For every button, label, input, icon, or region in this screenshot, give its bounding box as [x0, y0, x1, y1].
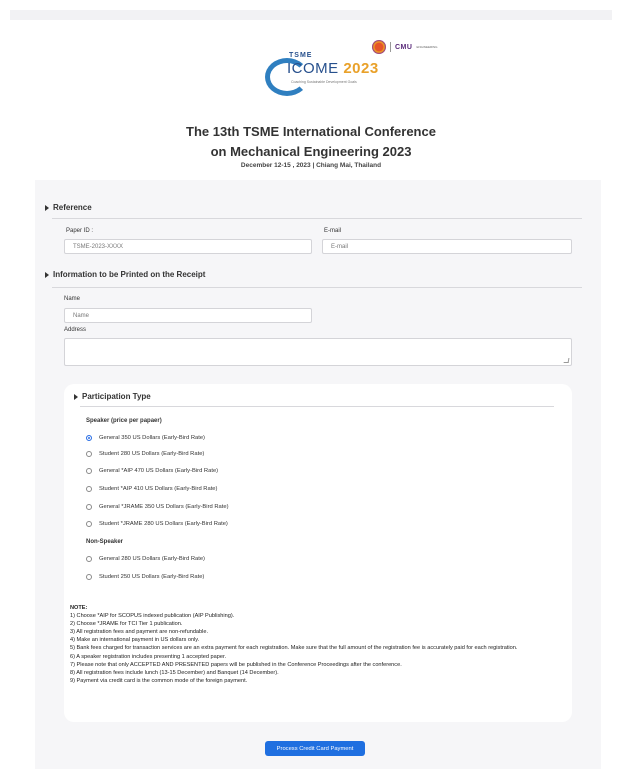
option-nonspeaker-general[interactable]: General 280 US Dollars (Early-Bird Rate): [86, 556, 205, 562]
email-input[interactable]: E-mail: [322, 239, 572, 254]
radio-button[interactable]: [86, 504, 92, 510]
logo-icome-text: ICOME: [287, 60, 339, 77]
note-item: 5) Bank fees charged for transaction ser…: [70, 645, 518, 652]
participation-divider: [80, 406, 554, 407]
paper-id-input[interactable]: TSME-2023-XXXX: [64, 239, 312, 254]
radio-button[interactable]: [86, 435, 92, 441]
conference-logo: TSME ICOME 2023 Coaching Sustainable Dev…: [263, 52, 383, 98]
radio-button[interactable]: [86, 468, 92, 474]
receipt-heading-label: Information to be Printed on the Receipt: [53, 270, 206, 279]
top-bar: [10, 10, 612, 20]
notes-block: NOTE: 1) Choose *AIP for SCOPUS indexed …: [70, 604, 565, 685]
caret-right-icon: [74, 393, 78, 400]
conference-date: December 12-15 , 2023 | Chiang Mai, Thai…: [240, 162, 382, 169]
option-label: General 280 US Dollars (Early-Bird Rate): [99, 556, 205, 562]
logo-divider: [390, 42, 391, 52]
logo-tagline: Coaching Sustainable Development Goals: [291, 80, 357, 84]
option-label: Student 250 US Dollars (Early-Bird Rate): [99, 574, 205, 580]
option-label: General 350 US Dollars (Early-Bird Rate): [99, 435, 205, 441]
note-item: 2) Choose *JRAME for TCI Tier 1 publicat…: [70, 621, 183, 628]
option-label: General *JRAME 350 US Dollars (Early-Bir…: [99, 504, 229, 510]
logo-tsme: TSME: [289, 52, 313, 59]
option-speaker-general-jrame[interactable]: General *JRAME 350 US Dollars (Early-Bir…: [86, 504, 229, 510]
caret-right-icon: [45, 204, 49, 211]
participation-heading-label: Participation Type: [82, 392, 151, 401]
option-label: General *AIP 470 US Dollars (Early-Bird …: [99, 468, 219, 474]
process-payment-button[interactable]: Process Credit Card Payment: [265, 741, 365, 756]
caret-right-icon: [45, 271, 49, 278]
reference-heading-label: Reference: [53, 203, 92, 212]
speaker-group-heading: Speaker (price per papaer): [86, 418, 162, 424]
name-input[interactable]: Name: [64, 308, 312, 323]
receipt-heading[interactable]: Information to be Printed on the Receipt: [45, 270, 205, 279]
page-title-line1: The 13th TSME International Conference: [186, 124, 436, 139]
cmu-logo-text: CMU: [395, 43, 413, 51]
note-item: 6) A speaker registration includes prese…: [70, 653, 227, 660]
address-label: Address: [64, 327, 87, 333]
email-label: E-mail: [324, 228, 342, 234]
radio-button[interactable]: [86, 521, 92, 527]
option-label: Student 280 US Dollars (Early-Bird Rate): [99, 451, 205, 457]
reference-divider: [52, 218, 582, 219]
notes-heading: NOTE:: [70, 605, 88, 611]
paper-id-label: Paper ID :: [66, 228, 94, 234]
option-speaker-general[interactable]: General 350 US Dollars (Early-Bird Rate): [86, 435, 205, 441]
radio-button[interactable]: [86, 451, 92, 457]
note-item: 9) Payment via credit card is the common…: [70, 677, 248, 684]
name-label: Name: [64, 296, 81, 302]
option-label: Student *JRAME 280 US Dollars (Early-Bir…: [99, 521, 228, 527]
receipt-divider: [52, 287, 582, 288]
radio-button[interactable]: [86, 574, 92, 580]
option-speaker-student-jrame[interactable]: Student *JRAME 280 US Dollars (Early-Bir…: [86, 521, 228, 527]
address-textarea[interactable]: [64, 338, 572, 366]
page-title-line2: on Mechanical Engineering 2023: [210, 144, 412, 159]
option-nonspeaker-student[interactable]: Student 250 US Dollars (Early-Bird Rate): [86, 574, 204, 580]
cmu-logo-subtext: ENGINEERING: [416, 44, 438, 49]
nonspeaker-group-heading: Non-Speaker: [86, 539, 124, 545]
note-item: 1) Choose *AIP for SCOPUS indexed public…: [70, 613, 235, 620]
radio-button[interactable]: [86, 556, 92, 562]
reference-heading[interactable]: Reference: [45, 203, 92, 212]
resize-handle-icon[interactable]: [563, 358, 570, 363]
note-item: 8) All registration fees include lunch (…: [70, 669, 279, 676]
radio-button[interactable]: [86, 486, 92, 492]
option-speaker-student-aip[interactable]: Student *AIP 410 US Dollars (Early-Bird …: [86, 486, 217, 492]
option-speaker-general-aip[interactable]: General *AIP 470 US Dollars (Early-Bird …: [86, 468, 218, 474]
note-item: 3) All registration fees and payment are…: [70, 629, 209, 636]
participation-heading[interactable]: Participation Type: [74, 392, 151, 401]
logo-icome: ICOME 2023: [287, 60, 379, 77]
logo-year: 2023: [343, 60, 379, 77]
note-item: 7) Please note that only ACCEPTED AND PR…: [70, 661, 402, 668]
option-label: Student *AIP 410 US Dollars (Early-Bird …: [99, 486, 218, 492]
option-speaker-student[interactable]: Student 280 US Dollars (Early-Bird Rate): [86, 451, 204, 457]
note-item: 4) Make an international payment in US d…: [70, 637, 200, 644]
